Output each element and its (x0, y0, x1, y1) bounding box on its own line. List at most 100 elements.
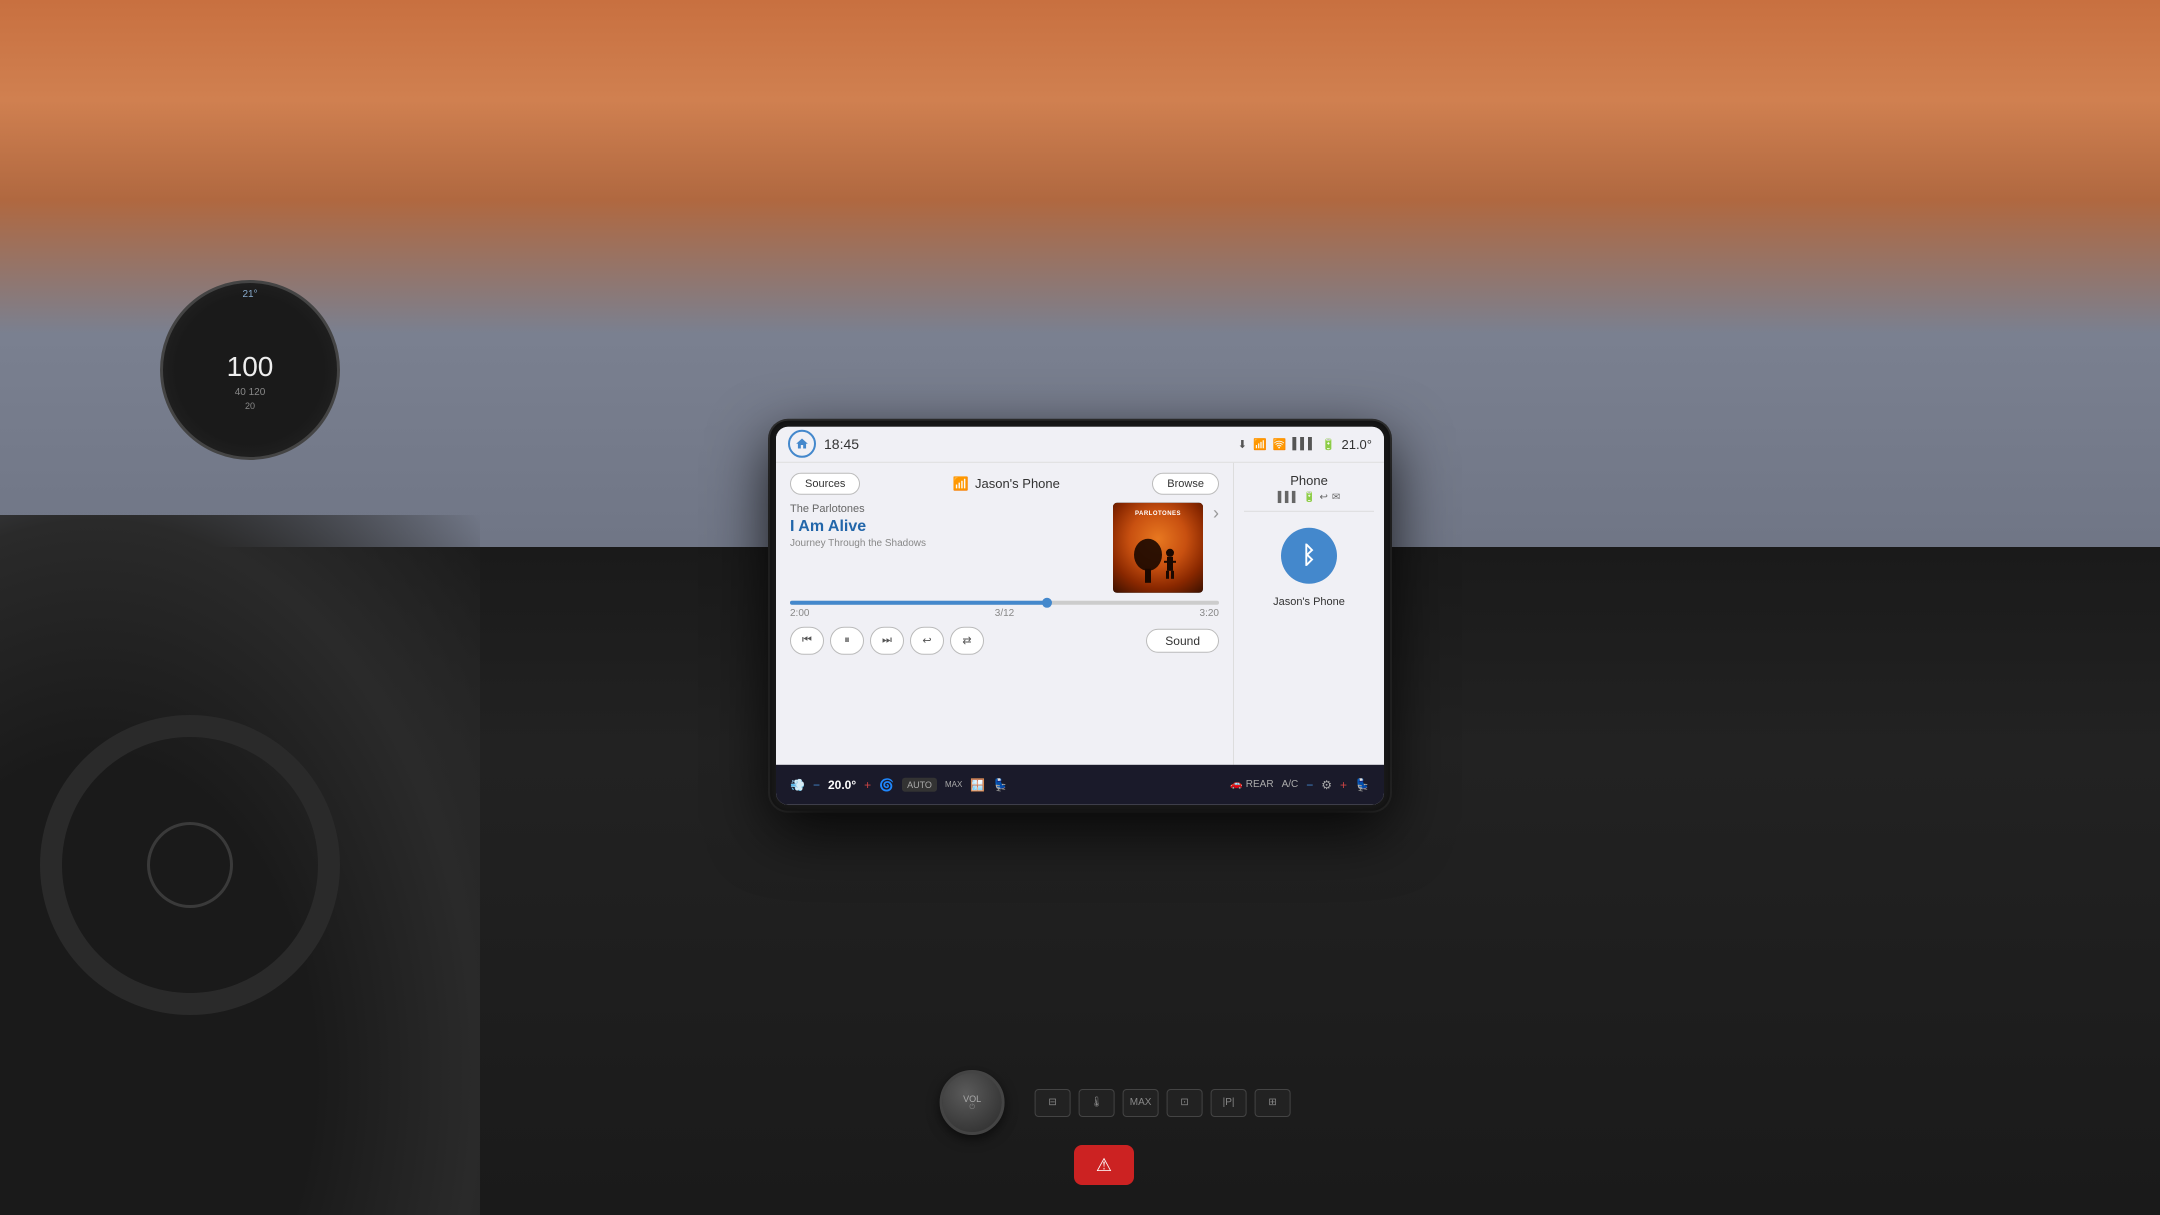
phone-device-name: Jason's Phone (1273, 595, 1345, 607)
time-end: 3:20 (1200, 607, 1219, 618)
phone-panel: Phone ▌▌▌ 🔋 ↩ ✉ ᛒ Jason's Phone (1234, 462, 1384, 764)
physical-buttons: ⊟ 🌡 MAX ⊡ |P| ⊞ (1035, 1089, 1291, 1117)
album-silhouette (1128, 534, 1188, 584)
phys-icon-5: |P| (1223, 1097, 1235, 1108)
physical-controls-row: VOL ⏻ ⊟ 🌡 MAX ⊡ |P| ⊞ (940, 1070, 1291, 1135)
track-info: The Parlotones I Am Alive Journey Throug… (790, 502, 1103, 548)
bluetooth-device-icon[interactable]: ᛒ (1281, 527, 1337, 583)
top-controls-row: Sources 📶 Jason's Phone Browse (790, 472, 1219, 494)
next-track-chevron[interactable]: › (1213, 502, 1219, 523)
repeat-icon: ↩ (922, 634, 931, 647)
track-area: The Parlotones I Am Alive Journey Throug… (790, 502, 1219, 592)
album-name: Journey Through the Shadows (790, 537, 1103, 548)
phone-bt-icon: ↩ (1319, 491, 1327, 502)
progress-area[interactable]: 2:00 3/12 3:20 (790, 600, 1219, 618)
bluetooth-icon: 📶 (953, 475, 969, 491)
next-icon: ⏭ (882, 634, 892, 647)
phone-signal-icon: ▌▌▌ (1278, 491, 1299, 502)
phys-icon-3: MAX (1130, 1097, 1152, 1108)
artist-name: The Parlotones (790, 502, 1103, 514)
wifi-icon: 🛜 (1273, 437, 1287, 450)
controls-left: ⏮ ⏸ ⏭ ↩ ⇄ (790, 626, 984, 654)
steering-wheel (40, 715, 340, 1015)
bluetooth-source: 📶 Jason's Phone (953, 475, 1060, 491)
auto-label[interactable]: AUTO (902, 777, 937, 791)
phone-title: Phone (1278, 472, 1341, 487)
speedometer: 21° 100 40 120 20 (160, 280, 340, 460)
phys-btn-6[interactable]: ⊞ (1255, 1089, 1291, 1117)
phys-icon-4: ⊡ (1180, 1097, 1188, 1108)
temp-left-value: 20.0° (828, 777, 856, 791)
steering-area (0, 515, 480, 1215)
bluetooth-source-name: Jason's Phone (975, 476, 1060, 491)
phone-header: Phone ▌▌▌ 🔋 ↩ ✉ (1278, 472, 1341, 502)
phone-battery-icon: 🔋 (1303, 491, 1315, 502)
speed-display: 21° 100 40 120 20 (227, 327, 274, 413)
repeat-button[interactable]: ↩ (910, 626, 944, 654)
phone-msg-icon: ✉ (1332, 491, 1340, 502)
track-title: I Am Alive (790, 516, 1103, 535)
album-art-inner: PARLOTONES (1113, 502, 1203, 592)
phone-status-icons: ▌▌▌ 🔋 ↩ ✉ (1278, 491, 1341, 502)
phys-btn-2[interactable]: 🌡 (1079, 1089, 1115, 1117)
playback-controls: ⏮ ⏸ ⏭ ↩ ⇄ (790, 626, 1219, 654)
hazard-button[interactable]: ⚠ (1074, 1145, 1134, 1185)
shuffle-button[interactable]: ⇄ (950, 626, 984, 654)
phys-icon-6: ⊞ (1268, 1097, 1276, 1108)
gauge-temp: 21° (242, 288, 257, 302)
ac-label[interactable]: A/C (1282, 779, 1299, 790)
temp-left-plus[interactable]: + (864, 777, 871, 791)
progress-fill (790, 600, 1047, 604)
progress-track[interactable] (790, 600, 1219, 604)
volume-knob[interactable]: VOL ⏻ (940, 1070, 1005, 1135)
pause-icon: ⏸ (844, 634, 850, 647)
shuffle-icon: ⇄ (962, 634, 971, 647)
screen-inner: 18:45 ⬇ 📶 🛜 ▌▌▌ 🔋 21.0° Sources 📶 Jason (776, 426, 1384, 804)
status-bar: 18:45 ⬇ 📶 🛜 ▌▌▌ 🔋 21.0° (776, 426, 1384, 462)
climate-bar: 💨 − 20.0° + 🌀 AUTO MAX 🪟 💺 🚗 REAR A/C − … (776, 764, 1384, 804)
hazard-icon: ⚠ (1096, 1155, 1112, 1176)
phys-btn-3[interactable]: MAX (1123, 1089, 1159, 1117)
power-symbol: ⏻ (963, 1104, 981, 1112)
temp-right-minus[interactable]: − (1306, 777, 1313, 791)
next-button[interactable]: ⏭ (870, 626, 904, 654)
bars-icon: ▌▌▌ (1292, 438, 1315, 450)
seat-right-icon: 💺 (1355, 777, 1370, 791)
download-icon: ⬇ (1238, 437, 1247, 450)
album-art-label: PARLOTONES (1135, 510, 1181, 516)
prev-button[interactable]: ⏮ (790, 626, 824, 654)
temp-left-minus[interactable]: − (813, 777, 820, 791)
music-panel: Sources 📶 Jason's Phone Browse The Parlo… (776, 462, 1234, 764)
phys-icon-2: 🌡 (1090, 1097, 1103, 1108)
fan-speed-icon: ⚙ (1321, 777, 1332, 791)
phys-btn-1[interactable]: ⊟ (1035, 1089, 1071, 1117)
fan-icon: 💨 (790, 777, 805, 791)
airflow-icon: 🌀 (879, 777, 894, 791)
temp-display: 21.0° (1341, 436, 1372, 451)
sound-button[interactable]: Sound (1146, 628, 1219, 652)
temp-right-plus[interactable]: + (1340, 777, 1347, 791)
home-button[interactable] (788, 430, 816, 458)
phys-btn-4[interactable]: ⊡ (1167, 1089, 1203, 1117)
seat-heat-icon: 💺 (993, 777, 1008, 791)
time-display: 18:45 (824, 436, 1230, 452)
rear-label: 🚗 REAR (1230, 779, 1273, 790)
phone-divider (1244, 510, 1374, 511)
gauge-cluster: 21° 100 40 120 20 (160, 280, 360, 480)
home-icon (795, 437, 809, 451)
album-art: PARLOTONES (1113, 502, 1203, 592)
time-current: 3/12 (995, 607, 1014, 618)
sources-button[interactable]: Sources (790, 472, 860, 494)
pause-button[interactable]: ⏸ (830, 626, 864, 654)
windshield-icon: 🪟 (970, 777, 985, 791)
status-icons: ⬇ 📶 🛜 ▌▌▌ 🔋 21.0° (1238, 436, 1372, 451)
phys-icon-1: ⊟ (1048, 1097, 1056, 1108)
infotainment-screen: 18:45 ⬇ 📶 🛜 ▌▌▌ 🔋 21.0° Sources 📶 Jason (770, 420, 1390, 810)
bluetooth-symbol: ᛒ (1302, 541, 1316, 569)
vol-label: VOL ⏻ (963, 1094, 981, 1112)
rear-icon: 🚗 (1230, 779, 1242, 790)
prev-icon: ⏮ (802, 634, 812, 647)
main-content: Sources 📶 Jason's Phone Browse The Parlo… (776, 462, 1384, 764)
phys-btn-5[interactable]: |P| (1211, 1089, 1247, 1117)
browse-button[interactable]: Browse (1152, 472, 1219, 494)
